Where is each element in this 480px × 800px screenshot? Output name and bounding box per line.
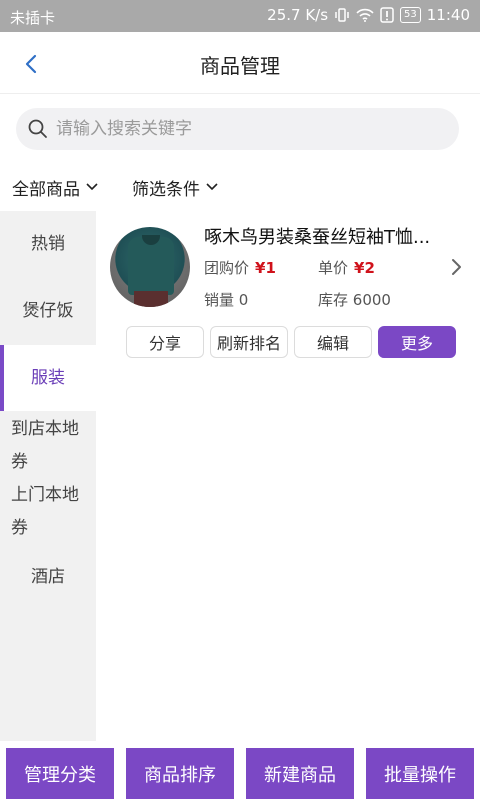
- active-indicator: [0, 345, 4, 411]
- wifi-icon: [356, 8, 374, 22]
- sales-value: 0: [238, 291, 249, 309]
- sidebar-item-hotel[interactable]: 酒店: [0, 545, 96, 609]
- refresh-rank-button[interactable]: 刷新排名: [210, 326, 288, 358]
- search-input[interactable]: [56, 119, 416, 139]
- sidebar-item-in-store-coupon[interactable]: 到店本地 券: [0, 413, 96, 479]
- edit-button[interactable]: 编辑: [294, 326, 372, 358]
- status-bar: 未插卡 25.7 K/s 53 11:40: [0, 0, 480, 32]
- unit-price-label: 单价: [318, 259, 349, 277]
- sidebar-item-hot[interactable]: 热销: [0, 211, 96, 277]
- all-products-dropdown[interactable]: 全部商品: [12, 175, 98, 200]
- status-right: 25.7 K/s 53 11:40: [267, 6, 470, 24]
- sort-products-button[interactable]: 商品排序: [126, 748, 234, 799]
- search-icon: [28, 119, 47, 138]
- batch-operation-button[interactable]: 批量操作: [366, 748, 474, 799]
- network-speed: 25.7 K/s: [267, 6, 329, 24]
- sidebar-item-label: 酒店: [31, 567, 65, 587]
- all-products-label: 全部商品: [12, 179, 80, 200]
- chevron-down-icon: [86, 183, 98, 191]
- product-thumbnail: [110, 227, 190, 307]
- sidebar-item-claypot-rice[interactable]: 煲仔饭: [0, 277, 96, 345]
- alert-icon: [380, 7, 394, 23]
- group-price-value: ¥1: [255, 259, 276, 277]
- filter-row: 全部商品 筛选条件: [0, 166, 480, 208]
- sidebar-item-label: 热销: [31, 234, 65, 254]
- stock-value: 6000: [352, 291, 391, 309]
- more-button[interactable]: 更多: [378, 326, 456, 358]
- stock-field: 库存 6000: [318, 289, 391, 310]
- carrier-text: 未插卡: [10, 9, 56, 27]
- manage-category-button[interactable]: 管理分类: [6, 748, 114, 799]
- battery-icon: 53: [400, 7, 421, 23]
- product-actions: 分享 刷新排名 编辑 更多: [126, 326, 456, 358]
- sales-field: 销量 0: [204, 289, 248, 310]
- vibrate-icon: [334, 8, 350, 22]
- chevron-right-icon[interactable]: [448, 257, 464, 277]
- stock-label: 库存: [318, 291, 349, 309]
- app-header: 商品管理: [0, 32, 480, 94]
- sidebar-item-label: 服装: [31, 368, 65, 388]
- unit-price-value: ¥2: [354, 259, 375, 277]
- sales-label: 销量: [204, 291, 235, 309]
- sidebar-item-label: 上门本地: [11, 485, 79, 505]
- chevron-down-icon: [206, 183, 218, 191]
- sidebar-item-home-service-coupon[interactable]: 上门本地 券: [0, 479, 96, 545]
- product-name: 啄木鸟男装桑蚕丝短袖T恤...: [204, 227, 431, 248]
- filter-conditions-dropdown[interactable]: 筛选条件: [132, 175, 218, 200]
- group-price-label: 团购价: [204, 259, 250, 277]
- group-price-field: 团购价 ¥1: [204, 257, 276, 278]
- sidebar-item-clothing[interactable]: 服装: [0, 345, 96, 411]
- share-button[interactable]: 分享: [126, 326, 204, 358]
- sidebar-item-label: 煲仔饭: [22, 301, 74, 321]
- product-card[interactable]: 啄木鸟男装桑蚕丝短袖T恤... 团购价 ¥1 单价 ¥2 销量 0 库存 6000 …: [96, 211, 480, 371]
- sidebar-item-label: 到店本地: [11, 419, 79, 439]
- new-product-button[interactable]: 新建商品: [246, 748, 354, 799]
- page-title: 商品管理: [200, 54, 280, 78]
- category-sidebar: 热销 煲仔饭 服装 到店本地 券 上门本地 券 酒店: [0, 211, 96, 741]
- unit-price-field: 单价 ¥2: [318, 257, 375, 278]
- search-bar[interactable]: [16, 108, 459, 150]
- filter-conditions-label: 筛选条件: [132, 179, 200, 200]
- sidebar-item-label: 券: [11, 518, 28, 538]
- sidebar-item-label: 券: [11, 452, 28, 472]
- bottom-action-bar: 管理分类 商品排序 新建商品 批量操作: [0, 744, 480, 800]
- clock-time: 11:40: [426, 6, 470, 24]
